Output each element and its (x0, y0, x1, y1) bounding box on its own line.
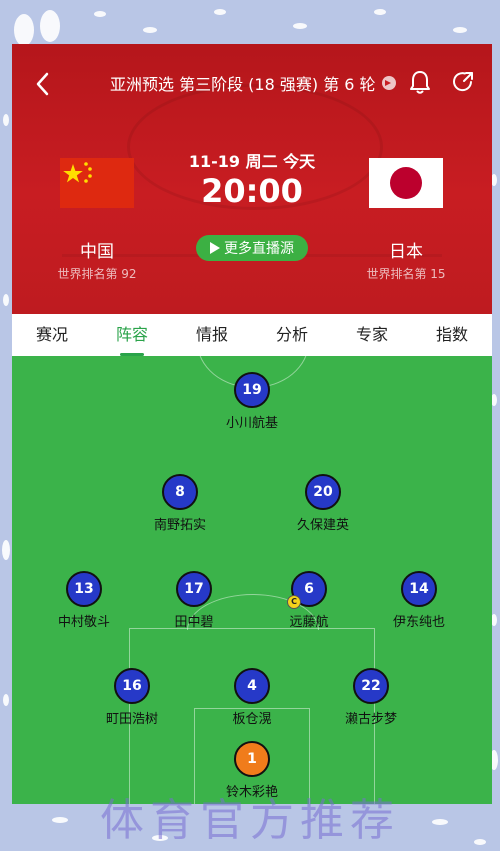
home-team-name[interactable]: 中国 (27, 237, 167, 262)
player-number: 16 (114, 668, 150, 704)
player-name: 南野拓实 (153, 518, 206, 533)
player-number: 14 (401, 571, 437, 607)
player-number: 6 C (287, 571, 327, 609)
player-name: 中村敬斗 (57, 615, 110, 630)
back-icon[interactable] (32, 69, 54, 99)
chevron-right-icon (381, 76, 396, 90)
match-time: 20:00 (201, 172, 303, 210)
competition-title-text: 亚洲预选 第三阶段 (18 强赛) 第 6 轮 (110, 75, 376, 94)
share-icon[interactable] (451, 69, 475, 95)
more-live-sources-label: 更多直播源 (224, 241, 294, 257)
player-name: 远藤航 (289, 615, 329, 630)
play-icon (210, 242, 220, 254)
player-name: 久保建英 (296, 518, 349, 533)
player-number: 8 (162, 474, 198, 510)
player-number: 20 (305, 474, 341, 510)
bell-icon[interactable] (408, 69, 432, 95)
player-card[interactable]: 8 南野拓实 (120, 474, 240, 533)
player-name: 板仓滉 (232, 712, 272, 727)
tab-match-status[interactable]: 赛况 (12, 314, 92, 356)
captain-badge: C (287, 595, 301, 609)
player-card[interactable]: 1 铃木彩艳 (192, 741, 312, 800)
lineup-pitch: 19 小川航基 8 南野拓实 20 久保建英 13 中村敬斗 17 田中碧 6 … (12, 356, 492, 804)
player-card[interactable]: 13 中村敬斗 (24, 571, 144, 630)
player-number: 17 (176, 571, 212, 607)
player-card[interactable]: 16 町田浩树 (72, 668, 192, 727)
away-team-rank: 世界排名第 15 (366, 267, 446, 281)
goalkeeper-number: 1 (234, 741, 270, 777)
phone-screen: 亚洲预选 第三阶段 (18 强赛) 第 6 轮 11-19 周二 今天 20:0… (12, 44, 492, 804)
player-name: 小川航基 (225, 416, 278, 431)
player-card[interactable]: 14 伊东纯也 (359, 571, 479, 630)
player-card[interactable]: 20 久保建英 (263, 474, 383, 533)
player-card[interactable]: 17 田中碧 (134, 571, 254, 630)
player-number: 4 (234, 668, 270, 704)
player-number-text: 6 (304, 581, 314, 597)
away-team-name[interactable]: 日本 (336, 237, 476, 262)
player-name: 伊东纯也 (392, 615, 445, 630)
tab-analysis[interactable]: 分析 (252, 314, 332, 356)
player-name: 铃木彩艳 (225, 785, 278, 800)
competition-title[interactable]: 亚洲预选 第三阶段 (18 强赛) 第 6 轮 (110, 71, 396, 95)
player-number: 19 (234, 372, 270, 408)
tab-experts[interactable]: 专家 (332, 314, 412, 356)
player-card[interactable]: 4 板仓滉 (192, 668, 312, 727)
player-name: 町田浩树 (105, 712, 158, 727)
player-card[interactable]: 6 C 远藤航 (249, 571, 369, 630)
home-team-rank: 世界排名第 92 (57, 267, 137, 281)
match-date: 11-19 周二 今天 (188, 152, 316, 171)
tab-lineup[interactable]: 阵容 (92, 314, 172, 356)
player-card[interactable]: 22 濑古步梦 (311, 668, 431, 727)
tab-odds[interactable]: 指数 (412, 314, 492, 356)
tab-bar: 赛况 阵容 情报 分析 专家 指数 (12, 314, 492, 356)
player-number: 13 (66, 571, 102, 607)
tab-intel[interactable]: 情报 (172, 314, 252, 356)
player-name: 田中碧 (174, 615, 214, 630)
player-number: 22 (353, 668, 389, 704)
player-card[interactable]: 19 小川航基 (192, 372, 312, 431)
player-name: 濑古步梦 (344, 712, 397, 727)
more-live-sources-button[interactable]: 更多直播源 (196, 235, 308, 261)
match-header: 亚洲预选 第三阶段 (18 强赛) 第 6 轮 11-19 周二 今天 20:0… (12, 44, 492, 314)
